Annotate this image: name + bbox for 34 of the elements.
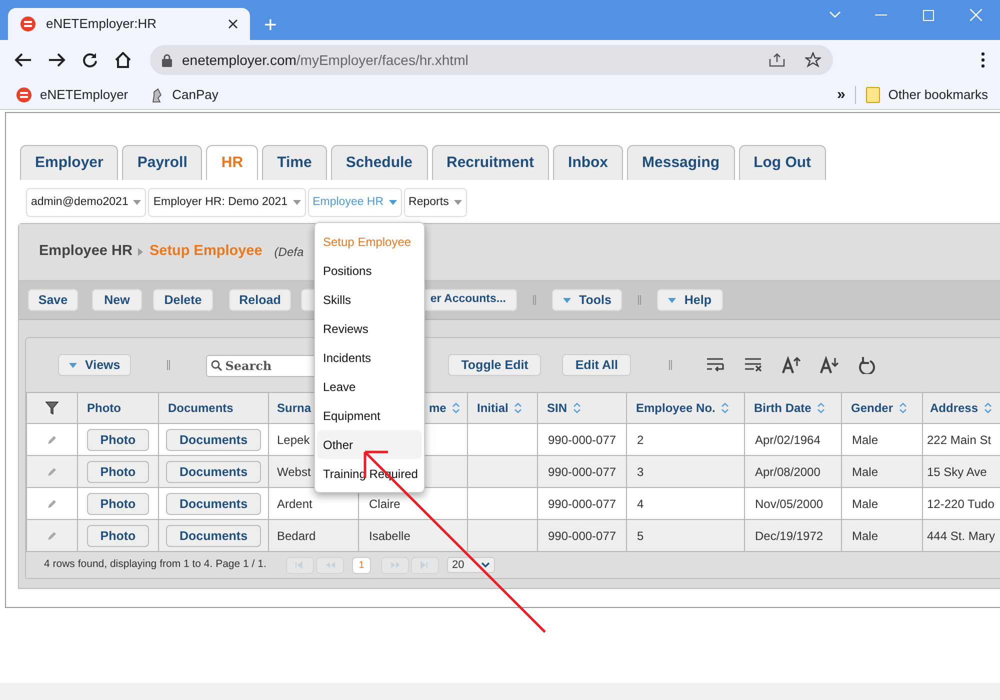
table-cell: Male: [852, 528, 878, 542]
column-header: Photo: [87, 400, 121, 417]
table-cell: Dec/19/1972: [755, 528, 824, 542]
table-cell: 444 St. Mary: [927, 528, 996, 542]
table-cell: Isabelle: [369, 528, 410, 542]
status-text: 4 rows found, displaying from 1 to 4. Page 1 / 1.: [44, 557, 268, 572]
table-cell: Webst: [277, 464, 311, 478]
table-cell: 990-000-077: [548, 432, 616, 446]
table-cell: 4: [637, 496, 644, 510]
column-header: Documents: [168, 400, 234, 417]
table-cell: Male: [852, 496, 878, 510]
table-cell: Bedard: [277, 528, 316, 542]
page-note: (Defa: [274, 244, 304, 261]
tab-title: eNETEmployer:HR: [46, 15, 158, 34]
table-cell: Nov/05/2000: [755, 496, 824, 510]
table-cell: 2: [637, 432, 644, 446]
url-text: enetemployer.com/myEmployer/faces/hr.xhtml: [182, 50, 470, 70]
table-cell: Male: [852, 432, 878, 446]
table-cell: 15 Sky Ave: [927, 464, 987, 478]
table-cell: 990-000-077: [548, 464, 616, 478]
table-cell: 12-220 Tudo: [927, 496, 994, 510]
table-cell: 990-000-077: [548, 496, 616, 510]
table-cell: Apr/02/1964: [755, 432, 820, 446]
table-cell: 5: [637, 528, 644, 542]
table-cell: Lepek: [277, 432, 310, 446]
table-cell: Apr/08/2000: [755, 464, 820, 478]
column-header: Surna: [277, 400, 312, 417]
table-cell: Claire: [369, 496, 400, 510]
table-cell: 990-000-077: [548, 528, 616, 542]
table-cell: 222 Main St: [927, 432, 992, 446]
page-title: Setup Employee: [149, 242, 262, 262]
table-cell: Ardent: [277, 496, 312, 510]
table-cell: Male: [852, 464, 878, 478]
table-cell: 3: [637, 464, 644, 478]
